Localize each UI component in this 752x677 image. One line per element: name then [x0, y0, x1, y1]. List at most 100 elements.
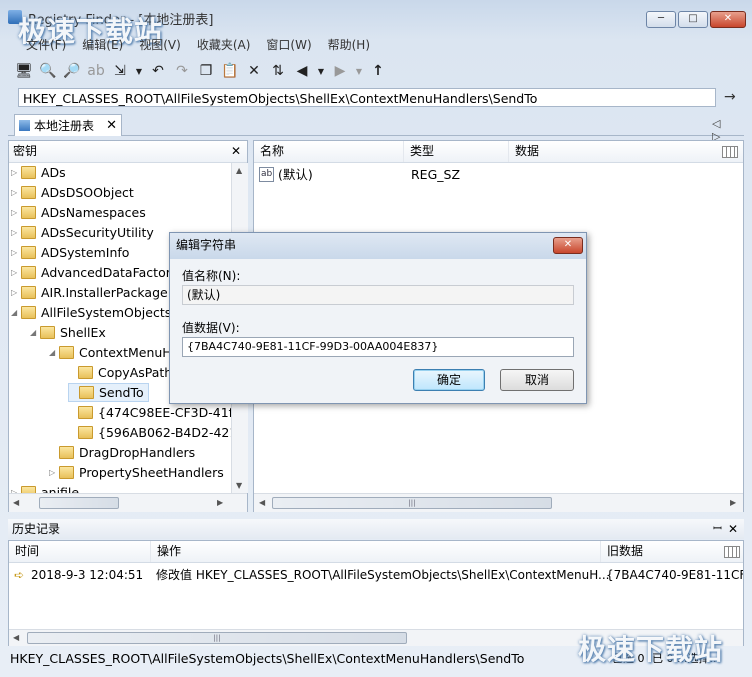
col-name[interactable]: 名称 [254, 141, 404, 162]
tree-item[interactable]: ◢ AllFileSystemObjects [11, 303, 171, 322]
registry-icon [19, 120, 30, 131]
tree-item[interactable]: CopyAsPathM [68, 363, 183, 382]
scroll-right-icon[interactable]: ▶ [217, 498, 223, 507]
tree-item[interactable]: ▷ AdvancedDataFactory [11, 263, 178, 282]
history-row[interactable]: ➪ 2018-9-3 12:04:51 修改值 HKEY_CLASSES_ROO… [9, 565, 743, 585]
folder-icon [21, 206, 36, 219]
history-action: 修改值 HKEY_CLASSES_ROOT\AllFileSystemObjec… [156, 568, 610, 582]
history-hscroll-thumb[interactable]: ||| [27, 632, 407, 644]
dialog-close-button[interactable]: ✕ [553, 237, 583, 254]
history-column-chooser-icon[interactable] [724, 546, 740, 558]
values-scroll-right-icon[interactable]: ▶ [730, 498, 736, 507]
expander-icon[interactable]: ▷ [11, 483, 21, 493]
address-bar[interactable]: HKEY_CLASSES_ROOT\AllFileSystemObjects\S… [18, 88, 716, 107]
menu-help[interactable]: 帮助(H) [328, 36, 370, 54]
minimize-button[interactable]: ─ [646, 11, 676, 28]
expander-icon[interactable]: ◢ [30, 323, 40, 342]
computer-icon[interactable]: 🖥 [14, 61, 34, 81]
expander-icon[interactable]: ◢ [49, 343, 59, 362]
forward-icon[interactable]: ▶ [330, 61, 350, 81]
dialog-title[interactable]: 编辑字符串 [170, 233, 586, 259]
back-dropdown-icon[interactable]: ▼ [316, 61, 326, 81]
tree-item[interactable]: {474C98EE-CF3D-41f5- [68, 403, 231, 422]
tree-item[interactable]: ▷ ADs [11, 163, 66, 182]
history-title: 历史记录 [12, 522, 61, 536]
folder-icon [59, 466, 74, 479]
tab-local-registry[interactable]: 本地注册表 ✕ [14, 114, 122, 136]
scroll-left-icon[interactable]: ◀ [13, 498, 19, 507]
expander-icon[interactable]: ▷ [49, 463, 59, 482]
history-scroll-left-icon[interactable]: ◀ [13, 633, 19, 642]
expander-icon[interactable]: ▷ [11, 283, 21, 302]
up-level-icon[interactable]: ↑ [368, 61, 388, 81]
history-col-old[interactable]: 旧数据 [601, 541, 721, 562]
delete-icon[interactable]: ✕ [244, 61, 264, 81]
values-hscroll[interactable]: ◀ ||| ▶ [254, 493, 743, 512]
expander-icon[interactable]: ▷ [11, 243, 21, 262]
folder-icon [21, 266, 36, 279]
tree-item[interactable]: ◢ ShellEx [30, 323, 106, 342]
close-button[interactable]: ✕ [710, 11, 746, 28]
values-scroll-left-icon[interactable]: ◀ [259, 498, 265, 507]
history-old-data: {7BA4C740-9E81-11CF-9 [606, 568, 743, 582]
col-data[interactable]: 数据 [509, 141, 709, 162]
tree-item[interactable]: ▷ PropertySheetHandlers [49, 463, 224, 482]
forward-dropdown-icon[interactable]: ▼ [354, 61, 364, 81]
column-chooser-icon[interactable] [722, 146, 738, 158]
scroll-up-icon[interactable]: ▲ [236, 166, 242, 175]
tree-hscroll[interactable]: ◀ ▶ [9, 493, 247, 512]
redo-icon[interactable]: ↷ [172, 61, 192, 81]
dropdown-arrow-icon[interactable]: ▼ [134, 61, 144, 81]
folder-icon [21, 226, 36, 239]
copy-icon[interactable]: ❐ [196, 61, 216, 81]
tree-item[interactable]: ▷ ADsDSOObject [11, 183, 134, 202]
values-hscroll-thumb[interactable]: ||| [272, 497, 552, 509]
scroll-down-icon[interactable]: ▼ [236, 481, 242, 490]
tree-item[interactable]: ▷ anifile [11, 483, 79, 493]
go-arrow-icon[interactable]: → [724, 89, 736, 105]
find-icon[interactable]: 🔍 [38, 61, 58, 81]
find-next-icon[interactable]: 🔎 [62, 61, 82, 81]
expander-icon[interactable]: ▷ [11, 263, 21, 282]
menu-edit[interactable]: 编辑(E) [82, 36, 123, 54]
expander-icon[interactable]: ▷ [11, 183, 21, 202]
menu-file[interactable]: 文件(F) [26, 36, 66, 54]
export-icon[interactable]: ⇲ [110, 61, 130, 81]
maximize-button[interactable]: □ [678, 11, 708, 28]
value-data-input[interactable]: {7BA4C740-9E81-11CF-99D3-00AA004E837} [182, 337, 574, 357]
tree-item[interactable]: ◢ ContextMenuHa [49, 343, 179, 362]
tree-hscroll-thumb[interactable] [39, 497, 119, 509]
folder-icon [79, 386, 94, 399]
folder-icon [21, 166, 36, 179]
tree-item[interactable]: ▷ ADSystemInfo [11, 243, 129, 262]
tree-close-icon[interactable]: ✕ [231, 141, 241, 162]
tree-item[interactable]: SendTo [68, 383, 149, 402]
tree-item[interactable]: ▷ ADsSecurityUtility [11, 223, 154, 242]
menu-view[interactable]: 视图(V) [139, 36, 181, 54]
value-row[interactable]: ab (默认) REG_SZ [254, 165, 743, 184]
history-col-time[interactable]: 时间 [9, 541, 151, 562]
menu-favorites[interactable]: 收藏夹(A) [197, 36, 251, 54]
col-type[interactable]: 类型 [404, 141, 509, 162]
tree-item[interactable]: {596AB062-B4D2-4215 [68, 423, 231, 442]
expander-icon[interactable]: ◢ [11, 303, 21, 322]
tree-item[interactable]: ▷ ADsNamespaces [11, 203, 146, 222]
tree-item[interactable]: DragDropHandlers [49, 443, 195, 462]
ok-button[interactable]: 确定 [413, 369, 485, 391]
menu-window[interactable]: 窗口(W) [266, 36, 311, 54]
cancel-button[interactable]: 取消 [500, 369, 574, 391]
pin-icon[interactable]: ꟷ [713, 519, 722, 539]
tab-close-icon[interactable]: ✕ [106, 115, 117, 137]
tree-item[interactable]: ▷ AIR.InstallerPackage [11, 283, 168, 302]
paste-icon[interactable]: 📋 [220, 61, 240, 81]
history-close-icon[interactable]: ✕ [728, 519, 738, 539]
expander-icon[interactable]: ▷ [11, 163, 21, 182]
folder-icon [21, 486, 36, 493]
back-icon[interactable]: ◀ [292, 61, 312, 81]
refresh-icon[interactable]: ⇅ [268, 61, 288, 81]
expander-icon[interactable]: ▷ [11, 203, 21, 222]
expander-icon[interactable]: ▷ [11, 223, 21, 242]
undo-icon[interactable]: ↶ [148, 61, 168, 81]
rename-icon[interactable]: ab [86, 61, 106, 81]
history-col-action[interactable]: 操作 [151, 541, 601, 562]
